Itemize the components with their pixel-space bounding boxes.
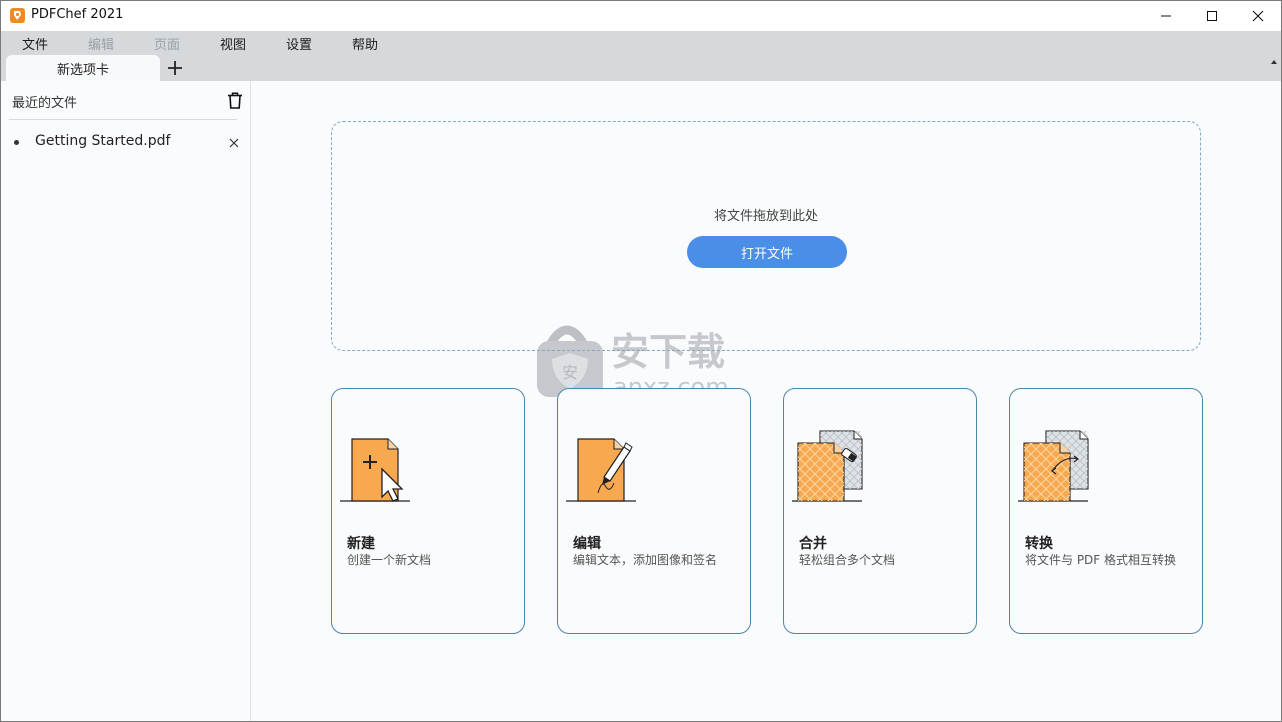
merge-documents-icon — [792, 430, 863, 502]
card-description: 将文件与 PDF 格式相互转换 — [1025, 553, 1177, 567]
trash-icon[interactable] — [227, 92, 243, 109]
tab-bar: 新选项卡 — [1, 55, 1281, 81]
recent-file-name[interactable]: Getting Started.pdf — [35, 133, 170, 149]
svg-text:安: 安 — [562, 363, 578, 382]
bullet-icon — [14, 140, 19, 145]
new-document-icon — [340, 438, 410, 502]
card-title: 转换 — [1025, 536, 1053, 552]
add-tab-icon[interactable] — [165, 58, 185, 78]
recent-files-sidebar: 最近的文件 Getting Started.pdf — [1, 81, 251, 721]
title-bar: PDFChef 2021 — [1, 1, 1281, 31]
remove-recent-icon[interactable] — [229, 138, 239, 148]
close-icon — [1252, 10, 1264, 22]
card-title: 新建 — [347, 536, 375, 552]
scroll-up-arrow-icon[interactable] — [1269, 57, 1279, 67]
menu-bar: 文件 编辑 页面 视图 设置 帮助 — [1, 31, 1281, 55]
close-window-button[interactable] — [1235, 1, 1281, 31]
menu-settings[interactable]: 设置 — [286, 34, 312, 53]
window-title: PDFChef 2021 — [31, 7, 124, 22]
drop-zone[interactable]: 将文件拖放到此处 打开文件 — [331, 121, 1201, 351]
drop-zone-text: 将文件拖放到此处 — [713, 209, 818, 224]
card-edit[interactable]: 编辑 编辑文本，添加图像和签名 — [557, 388, 751, 634]
recent-files-title: 最近的文件 — [12, 96, 78, 111]
menu-page[interactable]: 页面 — [154, 34, 180, 53]
card-merge[interactable]: 合并 轻松组合多个文档 — [783, 388, 977, 634]
card-title: 编辑 — [573, 536, 601, 552]
app-window: PDFChef 2021 文件 编辑 页面 视图 设置 帮助 新选项卡 最近的文… — [0, 0, 1282, 722]
card-new[interactable]: 新建 创建一个新文档 — [331, 388, 525, 634]
menu-edit[interactable]: 编辑 — [88, 34, 114, 53]
pdfchef-logo-icon — [10, 8, 25, 23]
maximize-button[interactable] — [1189, 1, 1235, 31]
card-title: 合并 — [799, 536, 827, 552]
main-area: 将文件拖放到此处 打开文件 安 安下载 anxz.com 新建 创建一个新文档 — [251, 81, 1281, 721]
divider — [9, 119, 237, 120]
card-description: 轻松组合多个文档 — [799, 553, 896, 567]
card-convert[interactable]: 转换 将文件与 PDF 格式相互转换 — [1009, 388, 1203, 634]
recent-file-item[interactable]: Getting Started.pdf — [9, 131, 245, 153]
tab-new[interactable]: 新选项卡 — [6, 55, 160, 81]
menu-file[interactable]: 文件 — [22, 34, 48, 53]
menu-help[interactable]: 帮助 — [352, 34, 378, 53]
edit-document-icon — [566, 438, 636, 502]
card-description: 创建一个新文档 — [347, 553, 432, 567]
open-file-button[interactable]: 打开文件 — [687, 236, 847, 268]
tab-label: 新选项卡 — [56, 62, 109, 78]
menu-view[interactable]: 视图 — [220, 34, 246, 53]
maximize-icon — [1207, 11, 1217, 21]
minimize-icon — [1161, 15, 1171, 17]
minimize-button[interactable] — [1143, 1, 1189, 31]
card-description: 编辑文本，添加图像和签名 — [573, 553, 718, 567]
convert-document-icon — [1018, 430, 1089, 502]
